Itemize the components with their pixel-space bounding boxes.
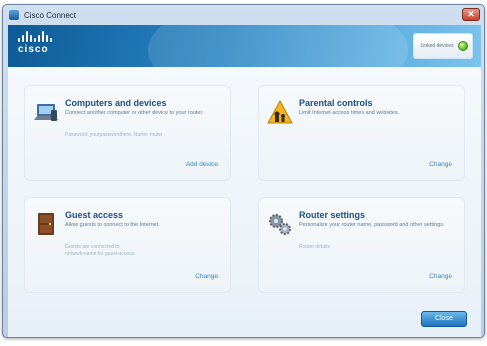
panel-description: Connect another computer or other device… [65,110,204,116]
panel-info: Password: yourpasswordhere. Name: router [65,132,163,138]
panel-description: Personalize your router name, password a… [299,222,445,228]
add-device-link[interactable]: Add device [186,161,218,168]
window-title: Cisco Connect [24,10,77,20]
header-banner: cisco Linked devices [8,25,481,67]
logo-text: cisco [18,44,49,55]
panel-description: Limit Internet access times and websites… [299,110,400,116]
cisco-logo: cisco [18,31,58,61]
panel-title: Guest access [65,210,124,220]
panel-parental-controls[interactable]: Parental controls Limit Internet access … [258,85,465,181]
guest-access-change-link[interactable]: Change [195,273,218,280]
main-content: Computers and devices Connect another co… [8,67,481,337]
parental-controls-change-link[interactable]: Change [429,161,452,168]
computer-icon [34,104,58,121]
panel-title: Computers and devices [65,98,167,108]
panel-info: Guests are connected to network name for… [65,244,135,257]
app-icon [9,10,19,20]
window-close-button[interactable]: ✕ [462,8,480,21]
guest-door-icon [38,213,54,235]
close-button[interactable]: Close [421,311,467,327]
app-window: Cisco Connect ✕ cisco Linked devices Com… [2,4,485,338]
title-bar[interactable]: Cisco Connect ✕ [3,5,484,25]
router-settings-change-link[interactable]: Change [429,273,452,280]
status-text: Linked devices [420,43,454,49]
panel-computers-and-devices[interactable]: Computers and devices Connect another co… [24,85,231,181]
panel-router-settings[interactable]: Router settings Personalize your router … [258,197,465,293]
panel-title: Router settings [299,210,366,220]
panel-description: Allow guests to connect to the Internet. [65,222,160,228]
status-indicator[interactable]: Linked devices [413,33,473,59]
panel-info: Router details [299,244,330,250]
status-ok-icon [458,41,468,51]
logo-bars-icon [18,31,58,42]
router-gears-icon [269,214,291,235]
banner-decoration [148,25,408,67]
panel-guest-access[interactable]: Guest access Allow guests to connect to … [24,197,231,293]
panel-title: Parental controls [299,98,373,108]
parental-controls-icon [267,100,293,124]
